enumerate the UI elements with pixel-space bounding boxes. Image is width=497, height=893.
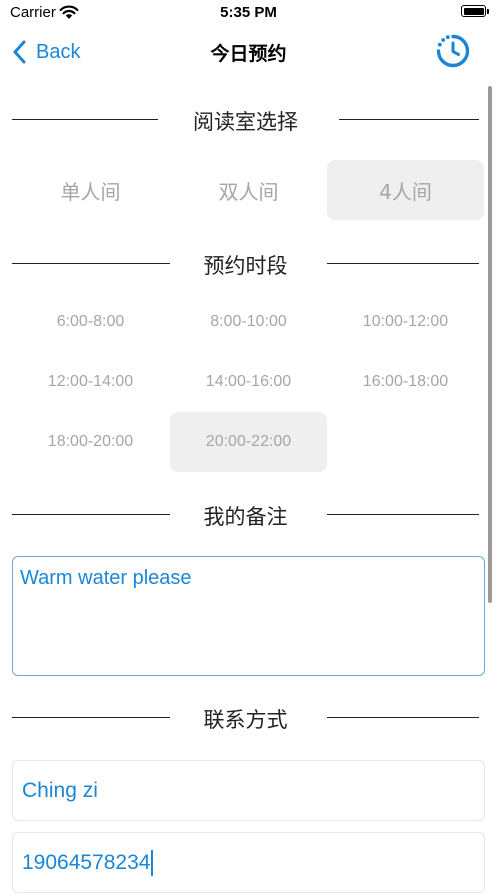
section-header-note: 我的备注 [12, 497, 479, 531]
phone-field-value: 19064578234 [22, 850, 151, 874]
history-clock-icon[interactable] [434, 32, 472, 70]
section-title-time-slot: 预约时段 [203, 254, 288, 278]
section-header-room: 阅读室选择 [12, 102, 479, 136]
time-slot-12-14[interactable]: 12:00-14:00 [12, 352, 169, 412]
battery-icon [461, 5, 486, 17]
section-header-contact: 联系方式 [12, 700, 479, 734]
phone-field[interactable]: 19064578234 [12, 832, 485, 893]
text-caret [151, 849, 154, 876]
time-slot-6-8[interactable]: 6:00-8:00 [12, 292, 169, 352]
time-slot-16-18[interactable]: 16:00-18:00 [327, 352, 484, 412]
room-option-single[interactable]: 单人间 [12, 160, 169, 220]
navigation-bar: Back 今日预约 [0, 26, 497, 78]
name-field-value: Ching zi [22, 778, 98, 802]
section-title-note: 我的备注 [203, 505, 288, 529]
time-slot-20-22[interactable]: 20:00-22:00 [170, 412, 327, 472]
clock: 5:35 PM [220, 4, 277, 21]
status-bar: Carrier 5:35 PM [0, 0, 497, 26]
section-title-room: 阅读室选择 [193, 110, 298, 134]
page-title: 今日预约 [210, 43, 287, 65]
section-header-time-slot: 预约时段 [12, 246, 479, 280]
name-field[interactable]: Ching zi [12, 760, 485, 821]
note-textarea[interactable]: Warm water please [12, 556, 485, 676]
time-slot-10-12[interactable]: 10:00-12:00 [327, 292, 484, 352]
section-title-contact: 联系方式 [203, 708, 288, 732]
scroll-indicator[interactable] [488, 86, 492, 603]
time-slot-8-10[interactable]: 8:00-10:00 [170, 292, 327, 352]
room-option-double[interactable]: 双人间 [170, 160, 327, 220]
time-slot-18-20[interactable]: 18:00-20:00 [12, 412, 169, 472]
room-option-quad[interactable]: 4人间 [327, 160, 484, 220]
battery-cap [487, 9, 489, 14]
time-slot-14-16[interactable]: 14:00-16:00 [170, 352, 327, 412]
